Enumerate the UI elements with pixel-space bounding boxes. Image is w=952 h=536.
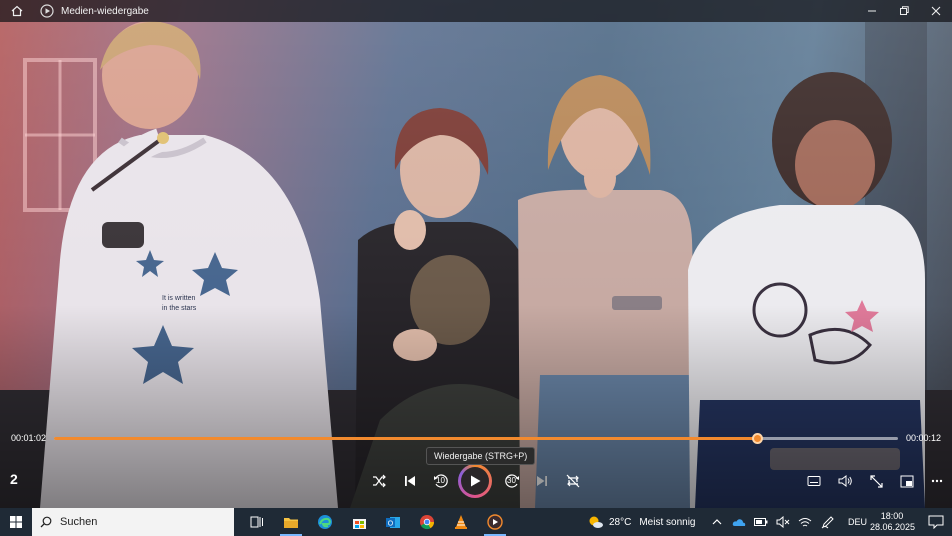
more-options-button[interactable] — [926, 470, 948, 492]
store-button[interactable] — [342, 508, 376, 536]
windows-logo-icon — [10, 516, 22, 528]
play-icon — [471, 475, 481, 487]
system-tray — [706, 508, 838, 536]
seek-thumb[interactable] — [752, 433, 764, 444]
media-player-icon — [487, 514, 503, 530]
play-button[interactable] — [458, 464, 492, 498]
window-title: Medien-wiedergabe — [61, 5, 149, 17]
volume-muted-icon — [776, 516, 790, 528]
taskbar: Suchen O 28°C Meist sonnig DEU 18:00 28.… — [0, 508, 952, 536]
chrome-button[interactable] — [410, 508, 444, 536]
vlc-button[interactable] — [444, 508, 478, 536]
taskbar-clock[interactable]: 18:00 28.06.2025 — [870, 511, 916, 533]
edge-icon — [318, 515, 332, 529]
skip-forward-seconds: 30 — [507, 476, 516, 485]
minimize-icon — [868, 10, 876, 12]
mini-player-button[interactable] — [896, 470, 918, 492]
search-placeholder: Suchen — [60, 516, 98, 528]
clock-time: 18:00 — [880, 511, 904, 521]
seek-progress-fill — [54, 437, 758, 440]
fullscreen-icon — [869, 474, 883, 488]
wifi-icon — [798, 517, 812, 526]
vlc-icon — [455, 515, 467, 529]
folder-icon — [284, 517, 298, 528]
restore-button[interactable] — [888, 0, 920, 22]
media-player-taskbar-button[interactable] — [478, 508, 512, 536]
repeat-off-icon — [566, 474, 580, 488]
previous-icon — [405, 476, 415, 486]
weather-condition: Meist sonnig — [639, 516, 696, 528]
more-icon — [931, 479, 943, 483]
home-button[interactable] — [0, 0, 34, 22]
playback-controls: 2 10 30 — [0, 462, 952, 500]
store-icon — [352, 518, 366, 529]
repeat-button[interactable] — [562, 470, 584, 492]
volume-icon — [838, 475, 852, 487]
subtitles-icon — [807, 476, 821, 486]
next-icon — [537, 476, 547, 486]
clock-date: 28.06.2025 — [870, 522, 916, 532]
minimize-button[interactable] — [856, 0, 888, 22]
taskbar-search[interactable]: Suchen — [32, 508, 234, 536]
shuffle-button[interactable] — [368, 470, 390, 492]
current-time: 00:01:02 — [11, 433, 47, 443]
subtitles-button[interactable] — [803, 470, 825, 492]
show-hidden-icons-button[interactable] — [706, 508, 728, 536]
onedrive-tray-icon[interactable] — [728, 508, 750, 536]
chevron-up-icon — [712, 519, 722, 525]
sun-cloud-icon — [589, 516, 603, 528]
fullscreen-button[interactable] — [865, 470, 887, 492]
close-icon — [931, 6, 941, 16]
title-bar: Medien-wiedergabe — [0, 0, 952, 22]
window-controls — [856, 0, 952, 22]
mini-player-icon — [900, 475, 914, 487]
skip-back-seconds: 10 — [436, 476, 445, 485]
media-player-window: It is written in the stars — [0, 0, 952, 536]
task-view-button[interactable] — [240, 508, 274, 536]
play-tooltip: Wiedergabe (STRG+P) — [426, 447, 536, 465]
shuffle-icon — [373, 474, 386, 488]
track-number: 2 — [10, 471, 18, 487]
volume-tray-icon[interactable] — [772, 508, 794, 536]
outlook-icon: O — [386, 516, 400, 528]
home-icon — [11, 5, 23, 17]
restore-icon — [900, 6, 909, 15]
notification-icon[interactable] — [928, 515, 944, 529]
battery-icon — [754, 518, 768, 526]
language-indicator[interactable]: DEU — [848, 517, 867, 527]
task-view-icon — [250, 516, 263, 528]
next-button[interactable] — [531, 470, 553, 492]
file-explorer-button[interactable] — [274, 508, 308, 536]
edge-button[interactable] — [308, 508, 342, 536]
play-button-inner — [461, 467, 489, 495]
battery-tray-icon[interactable] — [750, 508, 772, 536]
search-icon — [40, 516, 52, 528]
network-tray-icon[interactable] — [794, 508, 816, 536]
outlook-button[interactable]: O — [376, 508, 410, 536]
svg-text:O: O — [388, 520, 394, 527]
media-player-app-icon — [40, 4, 54, 18]
pen-tray-icon[interactable] — [816, 508, 838, 536]
previous-button[interactable] — [399, 470, 421, 492]
volume-button[interactable] — [834, 470, 856, 492]
close-button[interactable] — [920, 0, 952, 22]
chrome-icon — [420, 515, 435, 530]
pen-icon — [821, 515, 834, 528]
weather-widget[interactable]: 28°C Meist sonnig — [588, 508, 695, 536]
start-button[interactable] — [0, 508, 32, 536]
weather-temperature: 28°C — [609, 516, 632, 528]
total-duration: 00:00:12 — [905, 433, 941, 443]
seek-slider[interactable] — [54, 433, 898, 444]
cloud-icon — [732, 518, 746, 526]
